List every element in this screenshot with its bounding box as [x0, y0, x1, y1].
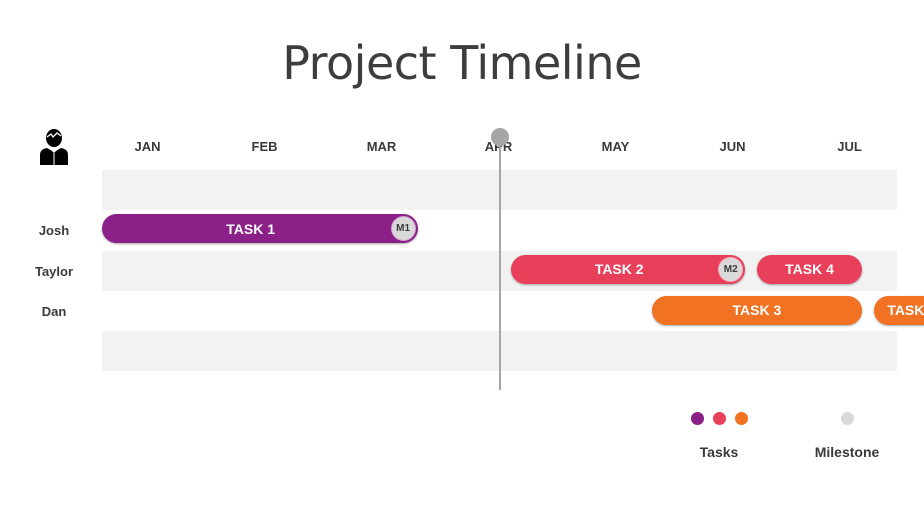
task-label: TASK 4 — [785, 261, 834, 278]
today-marker-handle[interactable] — [490, 128, 509, 146]
month-label-mar: MAR — [366, 139, 397, 154]
page-title: Project Timeline — [282, 36, 642, 90]
month-label-jul: JUL — [837, 139, 862, 154]
legend-label-tasks: Tasks — [699, 444, 739, 460]
task-bar-task-2[interactable]: TASK 2 M2 — [511, 254, 746, 284]
legend-dot-task — [713, 412, 726, 425]
task-bar-task-3[interactable]: TASK 3 — [651, 295, 863, 325]
milestone-m2[interactable]: M2 — [719, 257, 743, 281]
task-label: TASK 1 — [226, 220, 275, 237]
legend-dot-milestone — [841, 412, 854, 425]
person-icon — [40, 129, 68, 165]
month-label-jan: JAN — [134, 139, 161, 154]
legend-label-milestone: Milestone — [814, 444, 880, 460]
row-label-taylor: Taylor — [34, 263, 74, 279]
task-bar-task-1[interactable]: TASK 1 M1 — [101, 214, 418, 244]
row-label-dan: Dan — [41, 303, 67, 319]
task-label: TASK 3 — [732, 302, 782, 319]
legend-dot-task — [691, 412, 704, 425]
month-label-jun: JUN — [719, 139, 746, 154]
legend-dot-task — [735, 412, 748, 425]
month-label-feb: FEB — [251, 139, 278, 154]
milestone-m1[interactable]: M1 — [391, 217, 415, 241]
task-bar-task-5[interactable]: TASK 5M3 — [873, 295, 924, 325]
task-label: TASK 5 — [887, 302, 924, 319]
task-bar-task-4[interactable]: TASK 4 — [756, 254, 863, 284]
task-label: TASK 2 — [594, 261, 644, 278]
month-label-may: MAY — [601, 139, 630, 154]
today-marker-line — [498, 137, 501, 390]
row-label-josh: Josh — [38, 223, 70, 239]
